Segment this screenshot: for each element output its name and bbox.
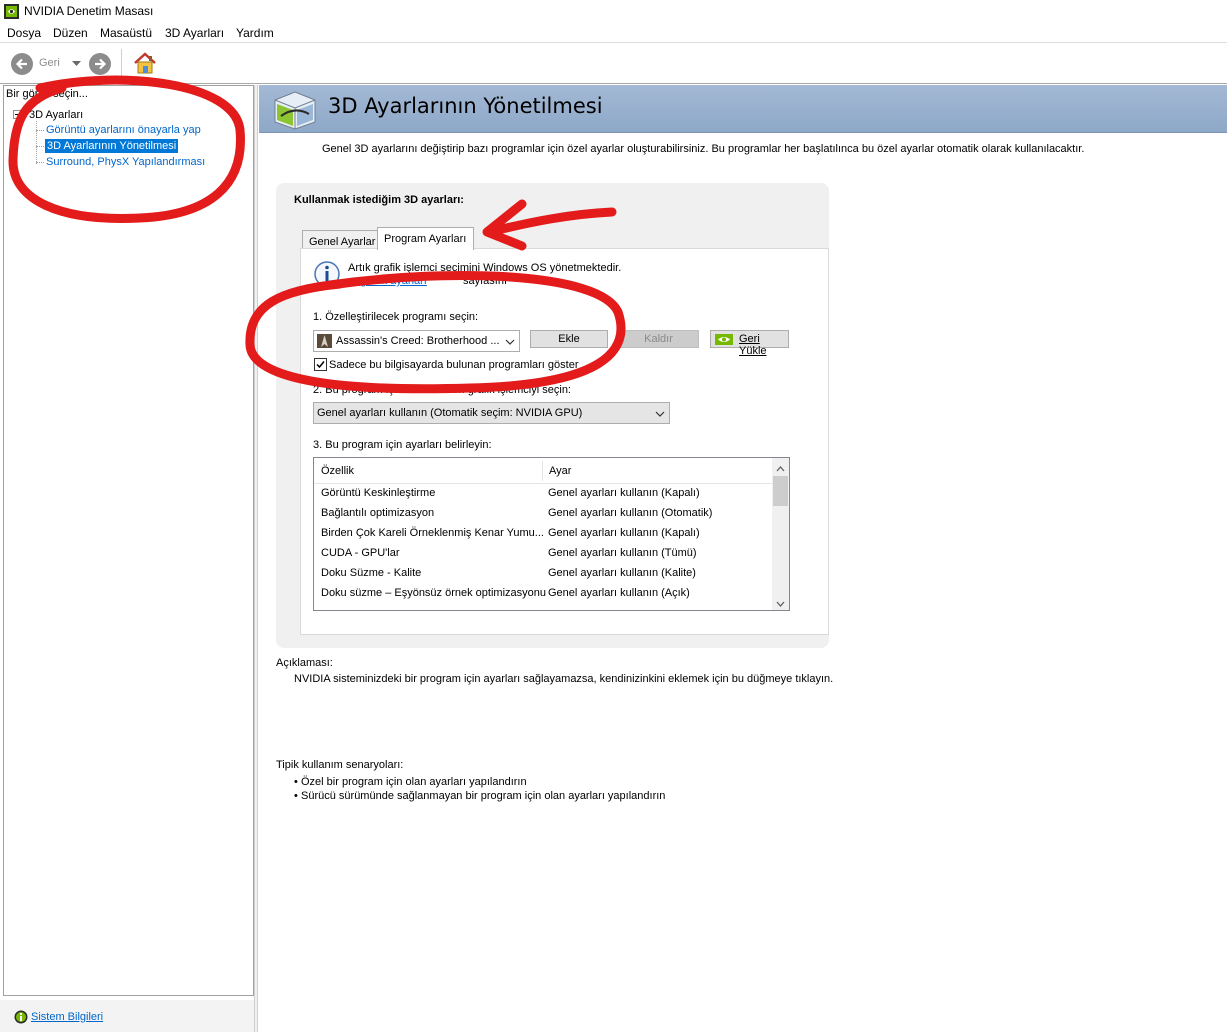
annotation-arrow	[482, 199, 617, 251]
annotation-circle-tree	[8, 75, 245, 223]
red-annotation-overlay	[8, 75, 626, 394]
annotation-circle-program	[245, 271, 626, 394]
